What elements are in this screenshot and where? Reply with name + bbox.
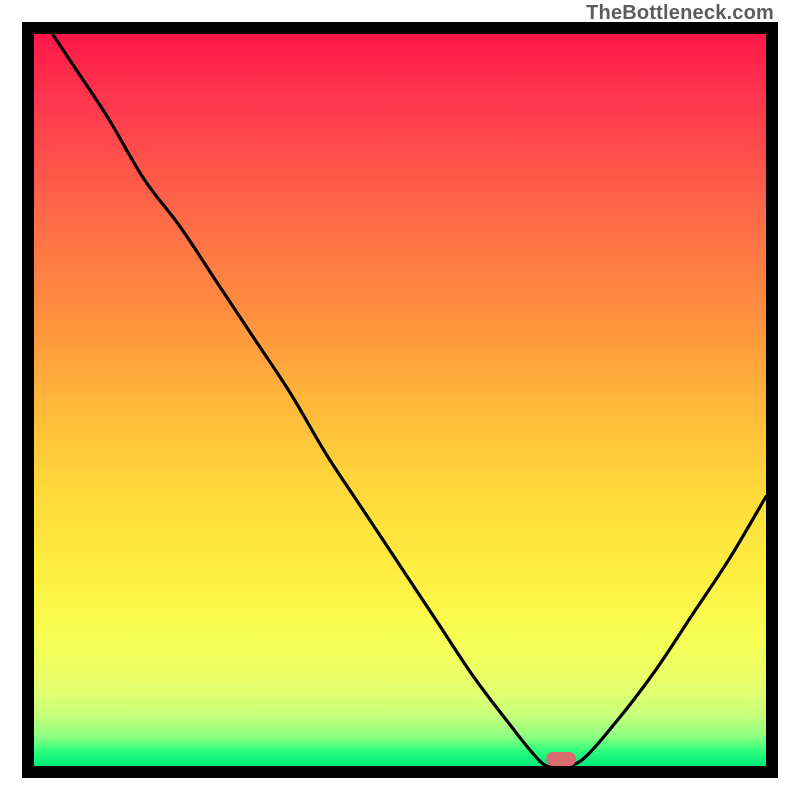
plot-gradient-area bbox=[34, 34, 766, 766]
bottleneck-curve bbox=[34, 34, 766, 766]
plot-border bbox=[22, 22, 778, 778]
curve-svg bbox=[34, 34, 766, 766]
optimal-range-marker bbox=[546, 752, 575, 766]
chart-frame: TheBottleneck.com bbox=[0, 0, 800, 800]
